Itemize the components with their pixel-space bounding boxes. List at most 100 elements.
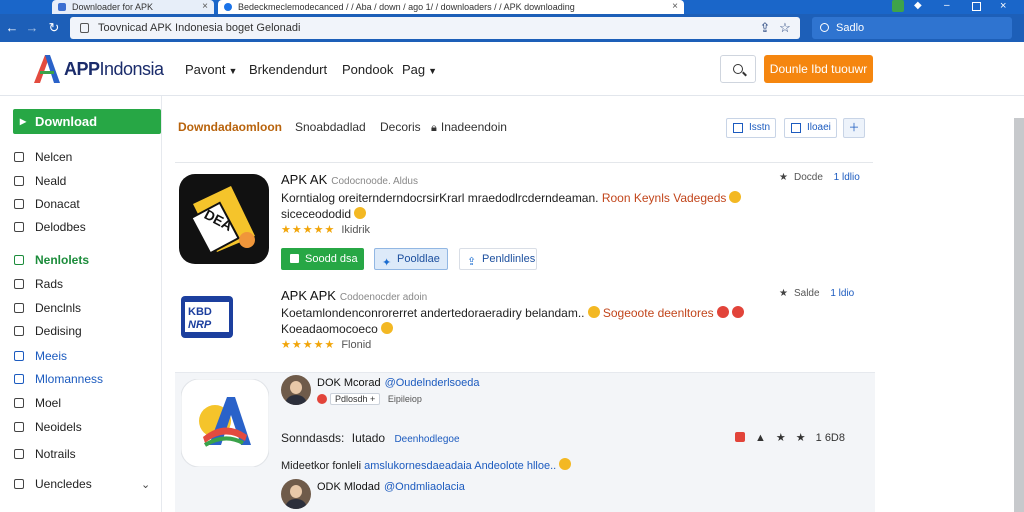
app-icon-ticket[interactable]: DEA bbox=[179, 174, 269, 264]
sidebar-item-rads[interactable]: Rads bbox=[14, 276, 63, 292]
star-icon[interactable]: ★ bbox=[796, 432, 806, 444]
app-title[interactable]: APK AK Codocnoode. Aldus bbox=[281, 172, 418, 187]
sidebar-item-label: Dedising bbox=[35, 324, 82, 338]
view-grid-button[interactable]: Isstn bbox=[726, 118, 777, 138]
back-icon[interactable]: ← bbox=[4, 20, 20, 36]
sidebar-item-moel[interactable]: Moel bbox=[14, 395, 61, 411]
sidebar-item-mlomanness[interactable]: Mlomanness bbox=[14, 371, 103, 387]
comment-author[interactable]: DOK Mcorad @Oudelnderlsoeda bbox=[317, 377, 480, 389]
sidebar-item-donacat[interactable]: Donacat bbox=[14, 196, 80, 212]
sidebar-item-neald[interactable]: Neald bbox=[14, 173, 66, 189]
tab-close-icon[interactable]: × bbox=[672, 0, 678, 14]
sidebar-item-icon bbox=[14, 422, 24, 432]
browser-tab[interactable]: Downloader for APK × bbox=[52, 0, 214, 14]
nav-label: Pag bbox=[402, 62, 426, 77]
extension-icon[interactable] bbox=[892, 0, 904, 12]
secondary-action-button[interactable]: ⇪ Penldlinles bbox=[459, 248, 537, 270]
nav-label: Brkendendurt bbox=[249, 62, 328, 77]
comment-author[interactable]: ODK Mlodad @Ondmliaolacia bbox=[317, 481, 465, 493]
nav-item-pavont[interactable]: Pavont ▼ bbox=[185, 62, 237, 77]
tab-close-icon[interactable]: × bbox=[202, 0, 208, 14]
browser-tab-active[interactable]: Bedeckmeclemodecanced / / Aba / down / a… bbox=[218, 0, 684, 14]
view-toggle-button[interactable]: ＋ bbox=[843, 118, 865, 138]
window-close-icon[interactable]: × bbox=[1000, 0, 1012, 12]
nav-item-brkendendurt[interactable]: Brkendendurt bbox=[249, 62, 327, 77]
browser-search-placeholder: Sadlo bbox=[836, 22, 865, 34]
tab-snoabdadlad[interactable]: Snoabdadlad bbox=[295, 120, 366, 134]
reply-button[interactable]: Pdlosdh + bbox=[330, 393, 381, 405]
sidebar-item-label: Notrails bbox=[35, 447, 76, 461]
emoji-icon bbox=[729, 191, 742, 203]
sidebar-download-button[interactable]: ▸ Download bbox=[13, 109, 161, 134]
star-icon[interactable]: ★ bbox=[779, 172, 788, 183]
app-item: DEA APK AK Codocnoode. Aldus Korntialog o… bbox=[175, 172, 875, 282]
address-bar[interactable]: Toovnicad APK Indonesia boget Gelonadi bbox=[70, 17, 800, 39]
emoji-icon bbox=[559, 458, 572, 470]
header-cta-button[interactable]: Dounle Ibd tuouwr bbox=[764, 55, 873, 83]
bird-icon: ✦ bbox=[382, 257, 392, 269]
minimize-icon[interactable]: – bbox=[944, 0, 956, 12]
app-icon-logo[interactable] bbox=[181, 379, 269, 467]
pin-icon[interactable]: ▲ bbox=[755, 432, 766, 444]
sidebar-item-label: Nenlolets bbox=[35, 253, 90, 267]
reload-icon[interactable]: ↻ bbox=[46, 20, 62, 36]
sidebar-item-nenlolets[interactable]: Nenlolets bbox=[14, 252, 89, 268]
logo-text-bold: APP bbox=[64, 58, 100, 79]
app-description: Koetamlondenconrorerret andertedoraeradi… bbox=[281, 306, 744, 320]
sidebar-item-label: Mlomanness bbox=[35, 372, 104, 386]
emoji-icon bbox=[587, 306, 600, 318]
star-icon[interactable]: ★ bbox=[776, 432, 786, 444]
svg-text:NRP: NRP bbox=[188, 319, 212, 331]
download-button[interactable]: Soodd dsa bbox=[281, 248, 364, 270]
nav-item-pondook[interactable]: Pondook bbox=[342, 62, 393, 77]
share-icon[interactable]: ⇪ bbox=[757, 20, 773, 36]
sidebar-item-label: Meeis bbox=[35, 349, 68, 363]
chevron-down-icon[interactable]: ⌄ bbox=[141, 478, 150, 491]
download-icon bbox=[290, 254, 299, 263]
sidebar-item-notrails[interactable]: Notrails bbox=[14, 446, 76, 462]
comment-tools: ▲ ★ ★ 1 6D8 bbox=[735, 431, 845, 444]
tab-inadeendoin[interactable]: 🔒︎ Inadeendoin bbox=[431, 120, 507, 135]
svg-text:KBD: KBD bbox=[188, 306, 212, 318]
nav-label: Pondook bbox=[342, 62, 394, 77]
star-rating: ★★★★★ Flonid bbox=[281, 339, 372, 351]
tab-favicon-icon bbox=[224, 3, 232, 11]
nav-label: Pavont bbox=[185, 62, 226, 77]
sidebar-item-meeis[interactable]: Meeis bbox=[14, 348, 67, 364]
lock-icon: 🔒︎ bbox=[431, 122, 437, 134]
view-list-button[interactable]: Iloaei bbox=[784, 118, 837, 138]
share-twitter-button[interactable]: ✦ Pooldlae bbox=[374, 248, 448, 270]
avatar[interactable] bbox=[281, 479, 311, 509]
logo-mark-icon bbox=[34, 55, 60, 83]
sidebar-item-label: Neoidels bbox=[35, 420, 82, 434]
emoji-icon bbox=[731, 306, 744, 318]
app-icon-kbd[interactable]: KBD NRP bbox=[181, 296, 233, 338]
pin-icon[interactable]: ◆ bbox=[914, 0, 926, 12]
star-icon[interactable]: ★ bbox=[779, 288, 788, 299]
tab-decoris[interactable]: Decoris bbox=[380, 120, 421, 134]
app-title[interactable]: APK APK Codoenocder adoin bbox=[281, 288, 427, 303]
app-description-line2: Koeadaomocoeco bbox=[281, 322, 393, 336]
sidebar-item-icon bbox=[14, 398, 24, 408]
sidebar-item-nelcen[interactable]: Nelcen bbox=[14, 149, 72, 165]
sidebar-item-neoidels[interactable]: Neoidels bbox=[14, 419, 82, 435]
report-icon[interactable] bbox=[735, 432, 745, 442]
browser-search-box[interactable]: Sadlo bbox=[812, 17, 1012, 39]
comment-text: Mideetkor fonleli amslukornesdaeadaia An… bbox=[281, 458, 572, 472]
sidebar-item-label: Uencledes bbox=[35, 477, 92, 491]
page-scrollbar[interactable] bbox=[1014, 118, 1024, 512]
browser-tabbar: Downloader for APK × Bedeckmeclemodecanc… bbox=[0, 0, 1024, 14]
forward-icon[interactable]: → bbox=[24, 20, 40, 36]
nav-item-pag[interactable]: Pag ▼ bbox=[402, 62, 437, 77]
site-logo[interactable]: APPIndonsia bbox=[32, 52, 164, 86]
sidebar-item-delodbes[interactable]: Delodbes bbox=[14, 219, 86, 235]
sidebar-item-denclnls[interactable]: Denclnls bbox=[14, 300, 81, 316]
sidebar-item-icon bbox=[14, 222, 24, 232]
sidebar-item-uencledes[interactable]: Uencledes bbox=[14, 476, 92, 492]
maximize-icon[interactable] bbox=[972, 2, 981, 11]
sidebar-item-dedising[interactable]: Dedising bbox=[14, 323, 82, 339]
header-search-button[interactable] bbox=[720, 55, 756, 83]
bookmark-star-icon[interactable]: ☆ bbox=[777, 20, 793, 36]
tab-downloads[interactable]: Downdadaomloon bbox=[178, 120, 282, 134]
avatar[interactable] bbox=[281, 375, 311, 405]
